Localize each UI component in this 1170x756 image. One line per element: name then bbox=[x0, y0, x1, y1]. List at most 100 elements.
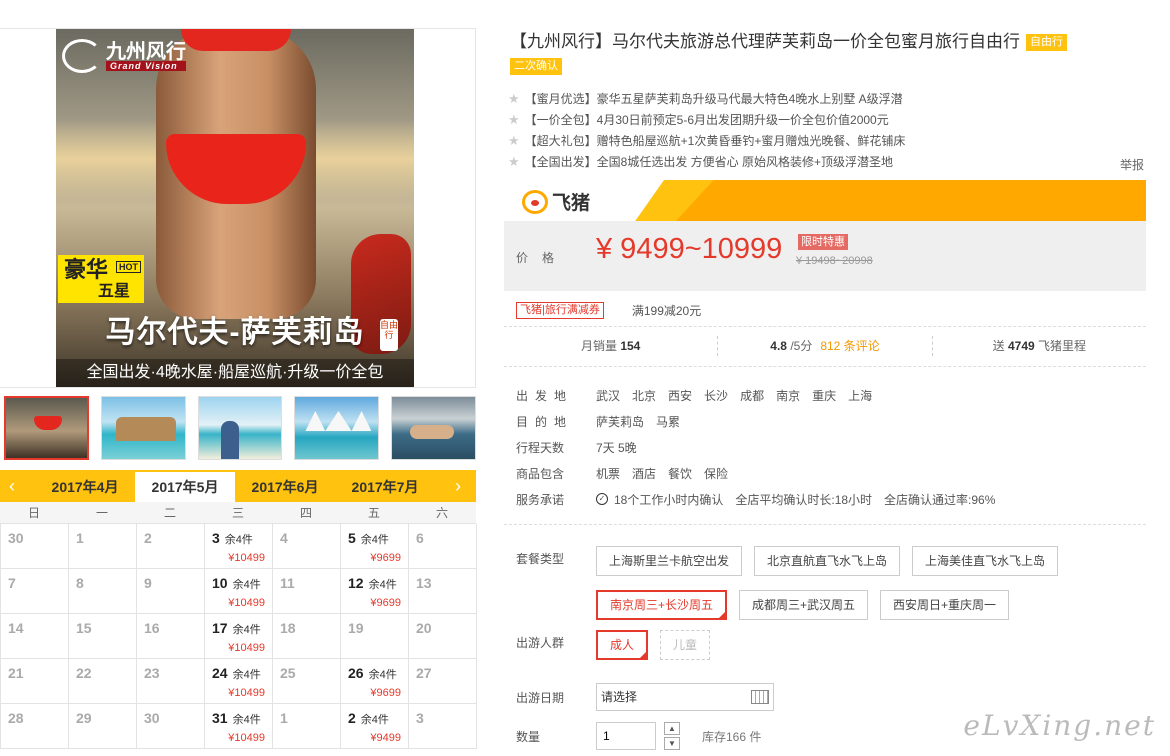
depart-city: 长沙 bbox=[704, 388, 729, 403]
days-value: 7天 5晚 bbox=[596, 440, 637, 455]
tab-month-4[interactable]: 2017年7月 bbox=[335, 472, 435, 502]
star-icon: ★ bbox=[508, 112, 520, 127]
day-price: ¥10499 bbox=[228, 732, 265, 744]
chevron-left-icon[interactable]: ‹ bbox=[0, 474, 24, 498]
tab-month-2[interactable]: 2017年5月 bbox=[135, 472, 235, 502]
feature-item: ★ 【蜜月优选】豪华五星萨芙莉岛升级马代最大特色4晚水上别墅 A级浮潜 bbox=[504, 88, 1150, 109]
thumbnail-5[interactable] bbox=[391, 396, 477, 460]
days-row: 行程天数 7天 5晚 bbox=[516, 434, 1146, 460]
thumbnail-2[interactable] bbox=[100, 396, 186, 460]
report-link[interactable]: 举报 bbox=[1120, 156, 1144, 173]
tab-month-1[interactable]: 2017年4月 bbox=[35, 472, 135, 502]
package-option[interactable]: 西安周日+重庆周一 bbox=[880, 590, 1010, 620]
day-number: 1 bbox=[280, 710, 288, 726]
quantity-input[interactable] bbox=[596, 722, 656, 750]
includes-label: 商品包含 bbox=[516, 466, 565, 481]
calendar-day-cell[interactable]: 17 余4件 ¥10499 bbox=[205, 614, 273, 659]
depart-label: 出发地 bbox=[516, 388, 574, 403]
rating: 4.8 /5分 812 条评论 bbox=[717, 336, 931, 356]
calendar-day-cell[interactable]: 10 余4件 ¥10499 bbox=[205, 569, 273, 614]
price-label: 价格 bbox=[516, 251, 569, 265]
service-text: 18个工作小时内确认 bbox=[614, 492, 724, 507]
day-number: 19 bbox=[348, 620, 364, 636]
feature-text: 【一价全包】4月30日前预定5-6月出发团期升级一价全包价值2000元 bbox=[524, 113, 889, 127]
miles-suffix: 飞猪里程 bbox=[1038, 339, 1087, 353]
destination-list: 萨芙莉岛 马累 bbox=[596, 413, 680, 430]
day-number: 31 bbox=[212, 710, 228, 726]
coupon-tag[interactable]: 飞猪|旅行满减券 bbox=[516, 302, 604, 319]
main-product-image[interactable]: 九州风行 Grand Vision 豪华 HOT 五星 马尔代夫-萨芙莉岛 自由… bbox=[0, 28, 476, 388]
thumbnail-1[interactable] bbox=[4, 396, 89, 460]
sales-stats: 月销量 154 4.8 /5分 812 条评论 送 4749 飞猪里程 bbox=[504, 336, 1146, 356]
feature-item: ★ 【一价全包】4月30日前预定5-6月出发团期升级一价全包价值2000元 bbox=[504, 109, 1150, 130]
tab-month-3[interactable]: 2017年6月 bbox=[235, 472, 335, 502]
depart-city: 南京 bbox=[776, 388, 801, 403]
calendar-day-cell[interactable]: 2 余4件 ¥9499 bbox=[341, 704, 409, 749]
coupon-row: 飞猪|旅行满减券 满199减20元 bbox=[516, 302, 701, 319]
date-picker-input[interactable]: 请选择 bbox=[596, 683, 774, 711]
calendar-day-cell[interactable]: 12 余4件 ¥9699 bbox=[341, 569, 409, 614]
decrement-icon[interactable]: ▼ bbox=[664, 737, 680, 750]
calendar-day-cell: 11 bbox=[273, 569, 341, 614]
day-price: ¥10499 bbox=[228, 552, 265, 564]
price-panel: 飞猪 价格 ¥ 9499~10999 限时特惠 ¥ 19498~20998 bbox=[504, 180, 1146, 291]
depart-cities: 武汉 北京 西安 长沙 成都 南京 重庆 上海 bbox=[596, 387, 872, 404]
package-option[interactable]: 成都周三+武汉周五 bbox=[739, 590, 869, 620]
calendar-month-tabs: ‹ 2017年4月 2017年5月 2017年6月 2017年7月 › bbox=[0, 470, 476, 502]
calendar-day-cell[interactable]: 26 余4件 ¥9699 bbox=[341, 659, 409, 704]
brand-name-cn: 九州风行 bbox=[106, 39, 186, 63]
site-watermark: eLvXing.net bbox=[963, 709, 1156, 742]
include-item: 酒店 bbox=[632, 466, 657, 481]
badge-sub-text: 五星 bbox=[98, 283, 131, 300]
day-price: ¥9499 bbox=[370, 732, 401, 744]
chevron-right-icon[interactable]: › bbox=[446, 474, 470, 498]
calendar-day-cell: 3 bbox=[409, 704, 477, 749]
thumbnail-3[interactable] bbox=[197, 396, 283, 460]
day-number: 24 bbox=[212, 665, 228, 681]
package-options: 上海斯里兰卡航空出发 北京直航直飞水飞上岛 上海美佳直飞水飞上岛南京周三+长沙周五成… bbox=[596, 546, 1076, 626]
gallery-column: 九州风行 Grand Vision 豪华 HOT 五星 马尔代夫-萨芙莉岛 自由… bbox=[0, 0, 477, 756]
thumbnail-4[interactable] bbox=[294, 396, 380, 460]
day-number: 15 bbox=[76, 620, 92, 636]
calendar-day-cell: 7 bbox=[1, 569, 69, 614]
rating-value: 4.8 bbox=[770, 339, 787, 353]
price-calendar: ‹ 2017年4月 2017年5月 2017年6月 2017年7月 › 日 一 … bbox=[0, 470, 477, 756]
increment-icon[interactable]: ▲ bbox=[664, 722, 680, 735]
monthly-sales: 月销量 154 bbox=[504, 336, 717, 356]
crowd-adult-option[interactable]: 成人 bbox=[596, 630, 649, 660]
calendar-day-cell: 9 bbox=[137, 569, 205, 614]
day-number: 7 bbox=[8, 575, 16, 591]
calendar-day-cell[interactable]: 5 余4件 ¥9699 bbox=[341, 524, 409, 569]
weekday-header: 日 一 二 三 四 五 六 bbox=[0, 502, 476, 524]
day-number: 18 bbox=[280, 620, 296, 636]
calendar-icon[interactable] bbox=[751, 690, 769, 704]
crowd-child-option[interactable]: 儿童 bbox=[660, 630, 711, 660]
remaining-count: 余4件 bbox=[232, 669, 261, 681]
day-number: 20 bbox=[416, 620, 432, 636]
package-option[interactable]: 上海斯里兰卡航空出发 bbox=[596, 546, 743, 576]
day-number: 29 bbox=[76, 710, 92, 726]
remaining-count: 余4件 bbox=[232, 579, 261, 591]
star-icon: ★ bbox=[508, 133, 520, 148]
day-number: 3 bbox=[416, 710, 424, 726]
monthly-sales-value: 154 bbox=[620, 339, 641, 353]
calendar-day-cell[interactable]: 24 余4件 ¥10499 bbox=[205, 659, 273, 704]
fliggy-logo: 飞猪 bbox=[522, 188, 590, 215]
service-text: 全店确认通过率:96% bbox=[884, 492, 996, 507]
depart-city: 西安 bbox=[668, 388, 693, 403]
weekday-label: 二 bbox=[163, 506, 176, 520]
day-number: 2 bbox=[348, 710, 356, 726]
calendar-day-cell[interactable]: 3 余4件 ¥10499 bbox=[205, 524, 273, 569]
image-side-tag: 自由行 bbox=[380, 319, 398, 351]
calendar-day-cell[interactable]: 31 余4件 ¥10499 bbox=[205, 704, 273, 749]
depart-city: 武汉 bbox=[596, 388, 621, 403]
package-option[interactable]: 上海美佳直飞水飞上岛 bbox=[912, 546, 1059, 576]
package-option[interactable]: 南京周三+长沙周五 bbox=[596, 590, 728, 620]
calendar-day-cell: 16 bbox=[137, 614, 205, 659]
service-row: 服务承诺 ✓ 18个工作小时内确认 全店平均确认时长:18小时 全店确认通过率:9… bbox=[516, 486, 1146, 512]
package-option[interactable]: 北京直航直飞水飞上岛 bbox=[754, 546, 901, 576]
reviews-link[interactable]: 812 条评论 bbox=[820, 339, 879, 353]
calendar-day-cell: 18 bbox=[273, 614, 341, 659]
hot-tag: HOT bbox=[116, 261, 141, 273]
product-title: 【九州风行】马尔代夫旅游总代理萨芙莉岛一价全包蜜月旅行自由行 自由行 bbox=[510, 30, 1150, 54]
